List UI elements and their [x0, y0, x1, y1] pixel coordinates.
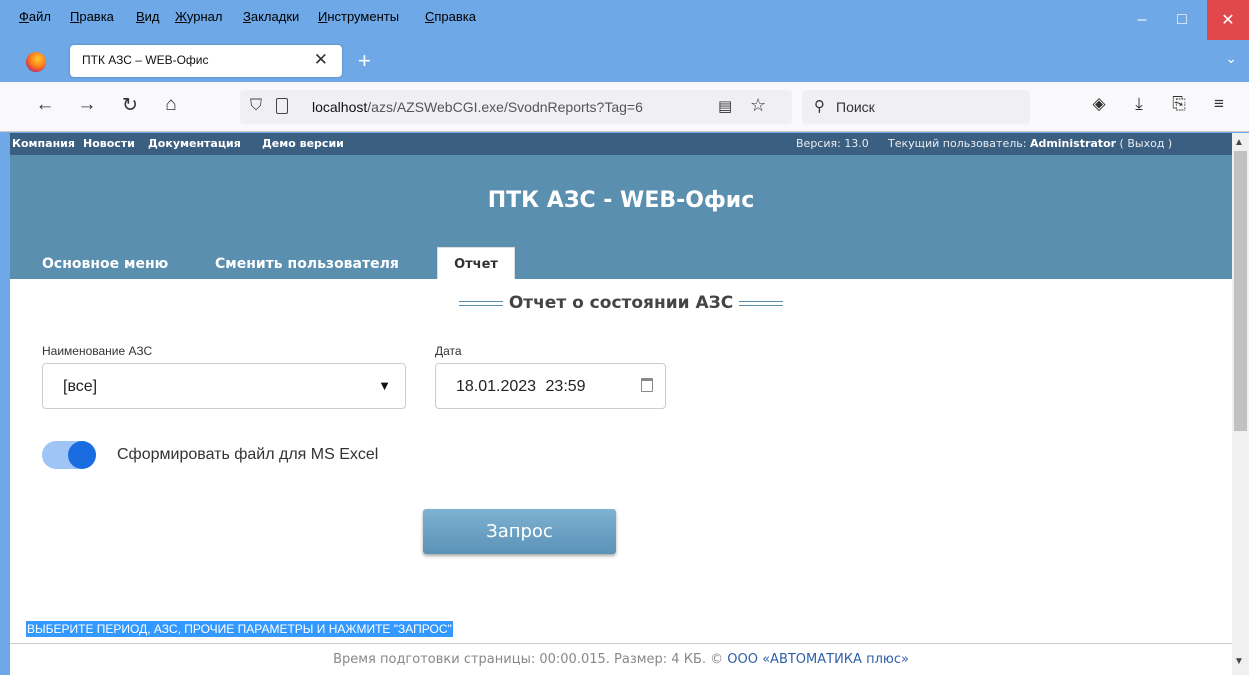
- page-info-icon[interactable]: [276, 98, 288, 114]
- excel-toggle-label: Сформировать файл для MS Excel: [117, 446, 379, 463]
- search-box[interactable]: ⚲ Поиск: [802, 90, 1030, 124]
- forward-icon[interactable]: →: [73, 94, 101, 116]
- vertical-scrollbar[interactable]: ▲ ▼: [1232, 133, 1249, 675]
- logout-link[interactable]: ( Выход ): [1116, 137, 1173, 150]
- menu-edit[interactable]: Правка: [70, 9, 114, 24]
- top-link-strip: Компания Новости Документация Демо верси…: [10, 133, 1232, 155]
- station-label: Наименование АЗС: [42, 344, 153, 358]
- bookmark-star-icon[interactable]: ☆: [750, 95, 766, 116]
- footer-text: Время подготовки страницы: 00:00.015. Ра…: [333, 652, 909, 667]
- instruction-text: ВЫБЕРИТЕ ПЕРИОД, АЗС, ПРОЧИЕ ПАРАМЕТРЫ И…: [26, 621, 453, 637]
- page-content: Компания Новости Документация Демо верси…: [10, 133, 1232, 675]
- date-value: 18.01.2023 23:59: [456, 378, 586, 395]
- search-placeholder: Поиск: [836, 99, 875, 115]
- minimize-icon: –: [1137, 11, 1147, 28]
- menu-history[interactable]: Журнал: [175, 9, 222, 24]
- minimize-button[interactable]: –: [1122, 0, 1162, 40]
- report-title: Отчет о состоянии АЗС: [10, 293, 1232, 313]
- close-icon: ✕: [1221, 12, 1235, 29]
- menu-bar: Файл Правка Вид Журнал Закладки Инструме…: [0, 0, 1249, 40]
- menu-view[interactable]: Вид: [136, 9, 160, 24]
- new-tab-icon[interactable]: +: [358, 48, 371, 74]
- home-icon[interactable]: ⌂: [157, 94, 185, 116]
- station-value: [все]: [63, 378, 98, 395]
- scroll-thumb[interactable]: [1234, 151, 1247, 431]
- tab-report[interactable]: Отчет: [437, 247, 515, 279]
- close-window-button[interactable]: ✕: [1207, 0, 1249, 40]
- tab-main-menu[interactable]: Основное меню: [42, 256, 168, 272]
- browser-window: Файл Правка Вид Журнал Закладки Инструме…: [0, 0, 1249, 675]
- browser-tab[interactable]: ПТК АЗС – WEB-Офис ✕: [70, 45, 342, 77]
- pocket-icon[interactable]: ◈: [1087, 94, 1111, 114]
- url-text[interactable]: localhost/azs/AZSWebCGI.exe/SvodnReports…: [312, 99, 643, 115]
- menu-file[interactable]: Файл: [19, 9, 51, 24]
- site-header: ПТК АЗС - WEB-Офис Основное меню Сменить…: [10, 155, 1232, 279]
- link-docs[interactable]: Документация: [148, 137, 241, 150]
- search-icon: ⚲: [814, 98, 825, 115]
- reload-icon[interactable]: ↻: [116, 94, 144, 117]
- page-footer: Время подготовки страницы: 00:00.015. Ра…: [10, 643, 1232, 675]
- link-company[interactable]: Компания: [12, 137, 75, 150]
- maximize-icon: □: [1177, 11, 1187, 28]
- station-select[interactable]: [все] ▼: [42, 363, 406, 409]
- tracking-shield-icon[interactable]: ⛉: [250, 97, 262, 115]
- reader-view-icon[interactable]: ▤: [718, 97, 732, 115]
- extensions-icon[interactable]: ⎘: [1167, 94, 1191, 114]
- address-bar[interactable]: ⛉ localhost/azs/AZSWebCGI.exe/SvodnRepor…: [240, 90, 792, 124]
- version-text: Версия: 13.0: [796, 137, 869, 150]
- tab-title: ПТК АЗС – WEB-Офис: [82, 53, 209, 67]
- scroll-down-icon[interactable]: ▼: [1234, 656, 1244, 667]
- tab-close-icon[interactable]: ✕: [314, 50, 328, 70]
- link-demo[interactable]: Демо версии: [262, 137, 344, 150]
- company-link[interactable]: ООО «АВТОМАТИКА плюс»: [727, 652, 909, 667]
- scroll-up-icon[interactable]: ▲: [1234, 137, 1244, 148]
- app-menu-icon[interactable]: ≡: [1207, 94, 1231, 114]
- date-input[interactable]: 18.01.2023 23:59: [435, 363, 666, 409]
- excel-toggle[interactable]: [42, 441, 96, 469]
- link-news[interactable]: Новости: [83, 137, 135, 150]
- current-user: Текущий пользователь: Administrator ( Вы…: [888, 137, 1173, 150]
- title-decoration-right: [739, 300, 784, 306]
- site-title: ПТК АЗС - WEB-Офис: [487, 188, 755, 213]
- calendar-icon[interactable]: [641, 378, 653, 392]
- list-tabs-icon[interactable]: ⌄: [1225, 50, 1237, 67]
- menu-help[interactable]: Справка: [425, 9, 476, 24]
- firefox-icon: [26, 52, 46, 72]
- menu-bookmarks[interactable]: Закладки: [243, 9, 299, 24]
- maximize-button[interactable]: □: [1162, 0, 1202, 40]
- title-decoration-left: [458, 300, 503, 306]
- submit-button[interactable]: Запрос: [423, 509, 616, 554]
- back-icon[interactable]: ←: [31, 94, 59, 116]
- toggle-knob: [68, 441, 96, 469]
- nav-bar: ← → ↻ ⌂ ⛉ localhost/azs/AZSWebCGI.exe/Sv…: [0, 82, 1249, 132]
- menu-tools[interactable]: Инструменты: [318, 9, 399, 24]
- date-label: Дата: [435, 344, 462, 358]
- tab-change-user[interactable]: Сменить пользователя: [215, 256, 399, 272]
- download-icon[interactable]: ⤓: [1127, 94, 1151, 114]
- dropdown-arrow-icon: ▼: [378, 378, 391, 393]
